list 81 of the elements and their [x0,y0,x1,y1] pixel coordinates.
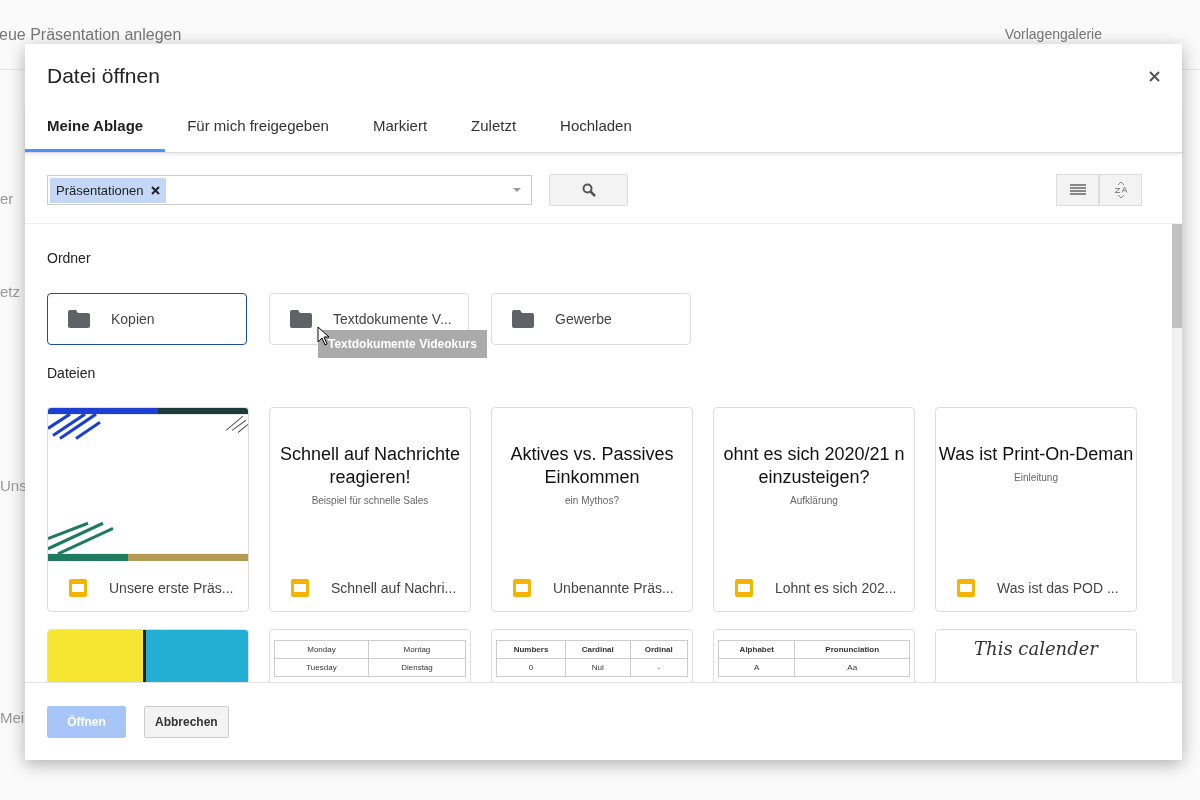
tab[interactable]: Markiert [350,107,450,152]
table-cell: Tuesday [274,658,369,677]
template-gallery-link[interactable]: Vorlagengalerie [1004,26,1102,42]
background-text: etz [0,283,21,300]
tooltip: Textdokumente Videokurs [318,330,487,358]
slides-icon [513,579,531,597]
file-name: Unsere erste Präs... [109,580,234,596]
section-heading: Dateien [47,365,97,381]
table-cell: Aa [794,658,910,677]
slide-subtitle: Beispiel für schnelle Sales [311,495,429,506]
file-card[interactable]: Monday Montag Tuesday Dienstag [269,629,471,682]
slides-icon [69,579,87,597]
table-header: Numbers [496,640,566,659]
slide-title: reagieren! [329,466,411,489]
slide-subtitle: Einleitung [1014,472,1058,483]
table-cell: - [630,658,688,677]
file-card[interactable]: Was ist Print-On-Deman Einleitung Was ist das POD ... [935,407,1137,612]
list-view-button[interactable] [1056,174,1099,206]
folder-name: Gewerbe [555,311,612,327]
table-header: Ordinal [630,640,688,659]
file-card[interactable]: Aktives vs. Passives Einkommen ein Mythos? Unbenannte Präs... [491,407,693,612]
tab[interactable]: Meine Ablage [25,107,166,152]
slides-icon [735,579,753,597]
mouse-cursor-icon [317,326,330,346]
dialog-title: Datei öffnen [47,64,160,88]
file-name: Schnell auf Nachri... [331,580,457,596]
scrollbar-thumb[interactable] [1172,224,1182,328]
folder-card[interactable]: Gewerbe [491,293,691,345]
file-name: Lohnt es sich 202... [775,580,897,596]
search-icon [581,183,596,197]
table-cell: Dienstag [368,658,466,677]
folder-icon [68,310,90,328]
dialog-button[interactable]: Abbrechen [144,705,229,738]
background-text: Mei [0,709,25,726]
list-icon [1069,184,1086,196]
close-icon[interactable] [1149,70,1160,82]
file-card[interactable]: ohnt es sich 2020/21 n einzusteigen? Aufklärung Lohnt es sich 202... [713,407,915,612]
table-cell: Nul [565,658,630,677]
slide-title: einzusteigen? [758,466,870,489]
slide-subtitle: ein Mythos? [565,495,619,506]
slide-subtitle: Aufklärung [790,495,838,506]
folder-card[interactable]: Kopien [47,293,247,345]
section-heading: Ordner [47,250,92,266]
file-card[interactable]: Unsere erste Präs... [47,407,249,612]
slides-icon [957,579,975,597]
table-header: Alphabet [718,640,795,659]
file-card[interactable]: Alphabet Pronunciation A Aa [713,629,915,682]
search-field[interactable]: Präsentationen [47,175,532,205]
slide-title: ohnt es sich 2020/21 n [723,443,905,466]
table-header: Cardinal [565,640,630,659]
file-card[interactable]: This calender [935,629,1137,682]
sort-button[interactable] [1099,174,1142,206]
filter-chip[interactable]: Präsentationen [50,177,167,203]
table-cell: Monday [274,640,369,659]
table-cell: 0 [496,658,566,677]
folder-name: Textdokumente V... [333,311,452,327]
page-title: eue Präsentation anlegen [0,26,182,44]
file-name: Unbenannte Präs... [553,580,674,596]
folder-name: Kopien [111,311,155,327]
table-cell: Montag [368,640,466,659]
sort-icon [1113,182,1128,198]
file-card[interactable]: Schnell auf Nachrichte reagieren! Beispiel für schnelle Sales Schnell auf Nachri... [269,407,471,612]
tab[interactable]: Für mich freigegeben [165,107,351,152]
tab[interactable]: Zuletzt [449,107,539,152]
slide-title: Was ist Print-On-Deman [938,443,1134,466]
tab[interactable]: Hochladen [538,107,654,152]
file-name: Was ist das POD ... [997,580,1119,596]
table-header: Pronunciation [794,640,910,659]
slide-title: Einkommen [544,466,640,489]
folder-icon [512,310,534,328]
slides-icon [291,579,309,597]
slide-title: Schnell auf Nachrichte [279,443,461,466]
slide-title: This calender [974,638,1098,659]
folder-icon [290,310,312,328]
table-cell: A [718,658,795,677]
remove-icon[interactable] [151,185,161,195]
dropdown-caret-icon[interactable] [513,188,521,192]
file-card[interactable]: Numbers Cardinal Ordinal 0 Nul - [491,629,693,682]
slide-title: Aktives vs. Passives [510,443,674,466]
background-text: er [0,190,15,207]
search-button[interactable] [549,174,628,206]
